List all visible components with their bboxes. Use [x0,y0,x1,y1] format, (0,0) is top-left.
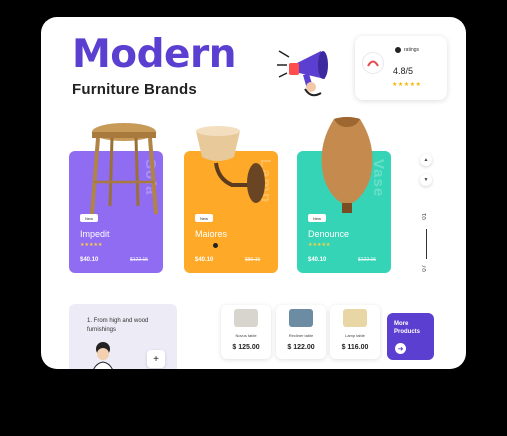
brand-logo [362,52,384,74]
mini-product-card[interactable]: Lamp table $ 116.00 [330,305,380,359]
stool-image [90,123,158,215]
page-title: Modern [72,32,236,77]
promo-text: 1. From high and wood furnishings [87,318,149,333]
product-name: Maiores [195,229,228,239]
rating-card: ratings 4.8/5 ★★★★★ [355,36,447,100]
more-products-label: More Products [394,321,421,335]
showcase-card: Modern Furniture Brands ratings 4.8/5 ★★… [41,17,466,369]
color-swatch[interactable] [213,243,218,248]
add-button[interactable]: + [147,350,165,368]
page-subtitle: Furniture Brands [72,81,197,98]
rating-value: 4.8/5 [393,66,414,76]
person-avatar-icon [93,342,113,369]
mini-product-price: $ 122.00 [287,344,315,351]
rating-brand-label: ratings [404,47,420,53]
mini-product-price: $ 125.00 [232,344,260,351]
scroll-up-button[interactable]: ▲ [420,154,432,166]
product-price: $40.10 [195,257,214,263]
mini-product-thumbnail [234,309,258,327]
rating-brand: ratings [395,47,419,53]
product-name: Impedit [80,229,110,239]
arrow-right-icon: ➜ [395,343,406,354]
mini-product-thumbnail [343,309,367,327]
promo-card: 1. From high and wood furnishings + [69,304,177,369]
mini-product-name: Recliner table [288,333,314,338]
page-indicator-total: 07 [422,265,428,272]
rating-stars: ★★★★★ [392,82,422,88]
product-tag: New [195,214,213,222]
mini-product-card[interactable]: Novus table $ 125.00 [221,305,271,359]
product-price: $40.10 [80,257,99,263]
mini-product-name: Lamp table [345,333,365,338]
more-products-button[interactable]: More Products ➜ [387,313,434,360]
mini-product-thumbnail [289,309,313,327]
product-price: $40.10 [308,257,327,263]
vase-image [321,117,373,213]
megaphone-icon [277,50,328,97]
mini-product-card[interactable]: Recliner table $ 122.00 [276,305,326,359]
product-old-price: $80.15 [245,257,261,263]
mini-product-name: Novus table [235,333,257,338]
chevron-down-icon: ▼ [423,177,429,183]
product-stars: ★★★★★ [308,242,331,248]
scroll-down-button[interactable]: ▼ [420,174,432,186]
page-indicator-line [426,229,427,259]
lamp-image [196,126,265,203]
product-name: Denounce [308,229,350,239]
product-old-price: $122.15 [358,257,377,263]
product-stars: ★★★★★ [80,242,103,248]
mini-product-price: $ 116.00 [341,344,369,351]
product-old-price: $122.15 [130,257,149,263]
chevron-up-icon: ▲ [423,157,429,163]
brand-dot-icon [395,47,401,53]
page-indicator-current: 01 [422,213,428,220]
